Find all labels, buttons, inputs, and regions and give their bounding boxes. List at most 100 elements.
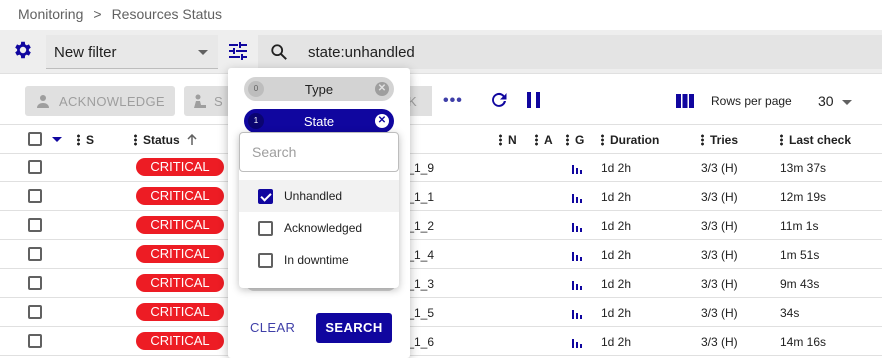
option-acknowledged[interactable]: Acknowledged	[239, 212, 399, 244]
column-header-status[interactable]: Status	[134, 133, 198, 147]
table-row[interactable]: CRITICAL st_1_4 1d 2h 3/3 (H) 1m 51s	[0, 240, 882, 269]
acknowledge-button[interactable]: ACKNOWLEDGE	[25, 86, 175, 116]
row-checkbox[interactable]	[28, 218, 42, 232]
sort-up-arrow-icon[interactable]	[186, 134, 198, 146]
last-check-cell: 11m 1s	[780, 219, 819, 233]
drag-handle-icon[interactable]	[134, 134, 137, 146]
duration-cell: 1d 2h	[601, 306, 632, 320]
row-checkbox[interactable]	[28, 276, 42, 290]
row-checkbox[interactable]	[28, 247, 42, 261]
filter-bar: New filter state:unhandled	[0, 30, 882, 74]
column-header-s[interactable]: S	[77, 133, 94, 147]
acknowledge-label: ACKNOWLEDGE	[59, 93, 165, 109]
sort-down-icon[interactable]	[52, 137, 62, 142]
column-header-tries[interactable]: Tries	[701, 133, 738, 147]
person-icon	[37, 95, 49, 108]
downtime-icon	[194, 94, 206, 108]
close-icon[interactable]: ✕	[375, 114, 389, 128]
row-checkbox[interactable]	[28, 160, 42, 174]
last-check-cell: 13m 37s	[780, 161, 827, 175]
tries-cell: 3/3 (H)	[701, 306, 738, 320]
column-header-n[interactable]: N	[499, 133, 517, 147]
search-input[interactable]: state:unhandled	[258, 35, 882, 69]
option-in-downtime[interactable]: In downtime	[239, 244, 399, 276]
option-unhandled[interactable]: Unhandled	[239, 180, 399, 212]
check-icon[interactable]	[258, 188, 273, 204]
status-badge: CRITICAL	[136, 187, 224, 205]
tries-cell: 3/3 (H)	[701, 190, 738, 204]
tries-cell: 3/3 (H)	[701, 248, 738, 262]
column-header-duration[interactable]: Duration	[601, 133, 659, 147]
column-header-g[interactable]: G	[566, 133, 584, 147]
drag-handle-icon[interactable]	[77, 134, 80, 146]
status-badge: CRITICAL	[136, 158, 224, 176]
graph-icon[interactable]	[571, 191, 583, 203]
last-check-cell: 34s	[780, 306, 800, 320]
duration-cell: 1d 2h	[601, 335, 632, 349]
state-criteria-chip[interactable]: 1 State ✕	[244, 109, 394, 133]
tries-cell: 3/3 (H)	[701, 335, 738, 349]
table-row[interactable]: CRITICAL st_1_2 1d 2h 3/3 (H) 11m 1s	[0, 211, 882, 240]
graph-icon[interactable]	[571, 307, 583, 319]
graph-icon[interactable]	[571, 336, 583, 348]
graph-icon[interactable]	[571, 220, 583, 232]
drag-handle-icon[interactable]	[780, 134, 783, 146]
state-count-badge: 1	[248, 113, 264, 129]
table-header: S Status nt N A G Duration Tries Last ch…	[0, 124, 882, 154]
column-header-a[interactable]: A	[535, 133, 553, 147]
drag-handle-icon[interactable]	[701, 134, 704, 146]
filter-select[interactable]: New filter	[46, 35, 218, 69]
search-button[interactable]: SEARCH	[316, 313, 392, 343]
duration-cell: 1d 2h	[601, 190, 632, 204]
checkbox[interactable]	[258, 220, 273, 236]
table-row[interactable]: CRITICAL st_1_3 1d 2h 3/3 (H) 9m 43s	[0, 269, 882, 298]
breadcrumb-separator: >	[93, 6, 102, 22]
drag-handle-icon[interactable]	[601, 134, 604, 146]
chevron-down-icon	[198, 50, 208, 55]
status-badge: CRITICAL	[136, 332, 224, 350]
drag-handle-icon[interactable]	[499, 134, 502, 146]
drag-handle-icon[interactable]	[535, 134, 538, 146]
refresh-icon[interactable]	[489, 90, 509, 110]
rows-per-page-label: Rows per page	[711, 94, 792, 108]
table-row[interactable]: CRITICAL st_1_5 1d 2h 3/3 (H) 34s	[0, 298, 882, 327]
search-icon	[271, 44, 287, 60]
graph-icon[interactable]	[571, 162, 583, 174]
last-check-cell: 14m 16s	[780, 335, 827, 349]
duration-cell: 1d 2h	[601, 277, 632, 291]
options-search-input[interactable]	[239, 132, 399, 172]
close-icon[interactable]: ✕	[375, 82, 389, 96]
table-row[interactable]: CRITICAL st_1_9 1d 2h 3/3 (H) 13m 37s	[0, 153, 882, 182]
graph-icon[interactable]	[571, 249, 583, 261]
graph-icon[interactable]	[571, 278, 583, 290]
chevron-down-icon[interactable]	[842, 100, 852, 105]
search-input-value: state:unhandled	[308, 44, 415, 61]
gear-icon[interactable]	[12, 39, 34, 61]
drag-handle-icon[interactable]	[566, 134, 569, 146]
row-checkbox[interactable]	[28, 305, 42, 319]
checkbox[interactable]	[258, 252, 273, 268]
duration-cell: 1d 2h	[601, 161, 632, 175]
pause-icon[interactable]	[526, 91, 542, 109]
tune-icon[interactable]	[228, 41, 248, 61]
row-checkbox[interactable]	[28, 334, 42, 348]
table-row[interactable]: CRITICAL st_1_6 1d 2h 3/3 (H) 14m 16s	[0, 327, 882, 356]
status-badge: CRITICAL	[136, 274, 224, 292]
rows-per-page-select[interactable]: 30	[818, 93, 834, 109]
breadcrumb: Monitoring > Resources Status	[18, 5, 222, 23]
status-badge: CRITICAL	[136, 303, 224, 321]
row-checkbox[interactable]	[28, 189, 42, 203]
state-chip-label: State	[303, 113, 335, 129]
status-badge: CRITICAL	[136, 245, 224, 263]
status-badge: CRITICAL	[136, 216, 224, 234]
type-criteria-chip[interactable]: 0 Type ✕	[244, 77, 394, 101]
check-button[interactable]: K	[408, 86, 432, 116]
tries-cell: 3/3 (H)	[701, 219, 738, 233]
clear-button[interactable]: CLEAR	[250, 320, 295, 335]
table-row[interactable]: CRITICAL st_1_1 1d 2h 3/3 (H) 12m 19s	[0, 182, 882, 211]
breadcrumb-root[interactable]: Monitoring	[18, 6, 83, 22]
columns-icon[interactable]	[676, 94, 694, 108]
more-actions-icon[interactable]: •••	[443, 92, 463, 110]
select-all-checkbox[interactable]	[28, 132, 42, 146]
column-header-last-check[interactable]: Last check	[780, 133, 851, 147]
